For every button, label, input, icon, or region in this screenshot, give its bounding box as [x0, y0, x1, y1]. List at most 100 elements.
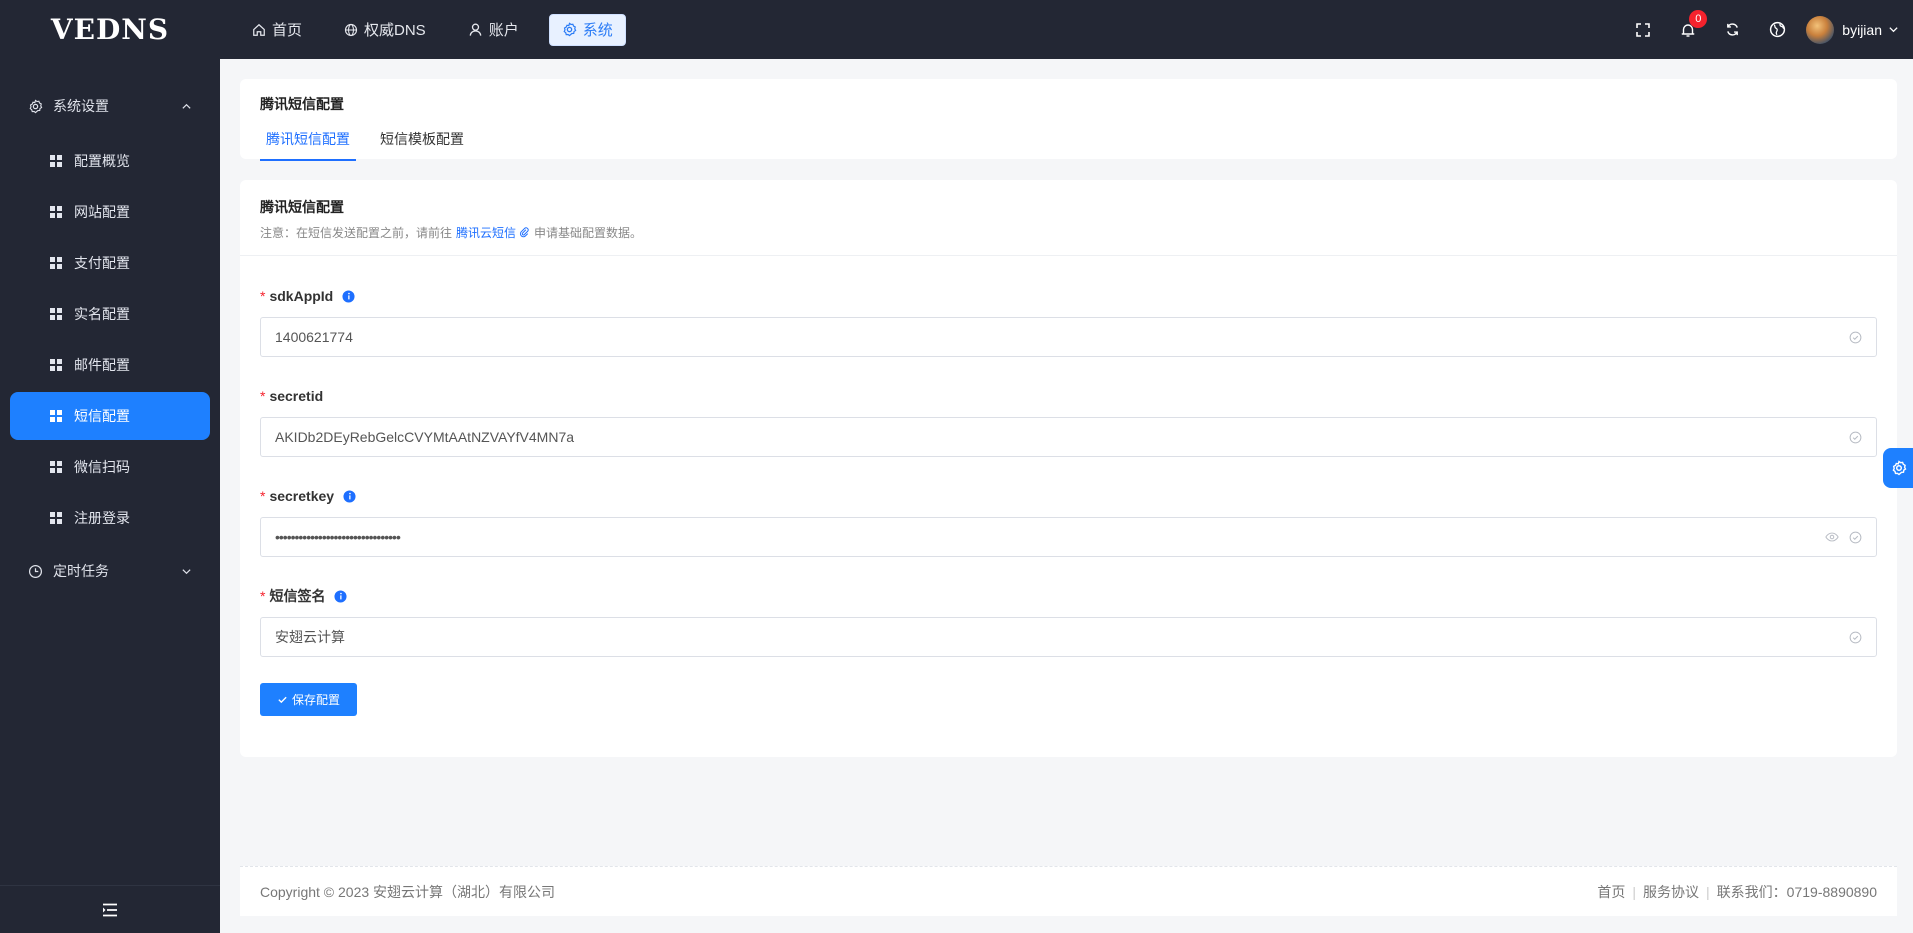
card-title: 腾讯短信配置: [260, 199, 344, 215]
sidebar-item-label: 配置概览: [74, 153, 130, 169]
link-label: 腾讯云短信: [456, 226, 517, 240]
note-suffix: 申请基础配置数据。: [534, 226, 643, 240]
required-mark: *: [260, 588, 266, 604]
toolbar: 0 byijian: [1620, 9, 1913, 50]
footer-link-terms[interactable]: 服务协议: [1643, 882, 1699, 902]
sdkappid-input[interactable]: 1400621774: [260, 317, 1877, 357]
field-label-text: secretkey: [269, 488, 335, 504]
topnav-dns[interactable]: 权威DNS: [332, 14, 438, 46]
sidebar: 系统设置 配置概览 网站配置 支付配置 实名配置 邮件配置 短信配置 微信扫码 …: [0, 59, 220, 933]
page-title: 腾讯短信配置: [260, 96, 344, 112]
field-label-text: secretid: [269, 388, 324, 404]
divider: |: [1706, 883, 1710, 900]
refresh-button[interactable]: [1710, 10, 1755, 50]
check-icon: [278, 696, 287, 704]
sidebar-item-label: 邮件配置: [74, 357, 130, 373]
secretkey-input[interactable]: ••••••••••••••••••••••••••••••••: [260, 517, 1877, 557]
card-header: 腾讯短信配置 注意：在短信发送配置之前，请前往 腾讯云短信 申请基础配置数据。: [240, 180, 1897, 256]
sidebar-item-realname[interactable]: 实名配置: [10, 290, 210, 338]
sidebar-item-overview[interactable]: 配置概览: [10, 137, 210, 185]
menu-fold-icon: [103, 903, 117, 916]
sidebar-group-scheduled-tasks[interactable]: 定时任务: [0, 546, 220, 596]
copyright: Copyright © 2023 安翅云计算（湖北）有限公司: [260, 883, 556, 900]
tencent-sms-link[interactable]: 腾讯云短信: [456, 224, 530, 241]
chevron-down-icon: [182, 568, 191, 574]
eye-icon: [1825, 532, 1839, 542]
tab-sms-template[interactable]: 短信模板配置: [374, 119, 470, 161]
sidebar-item-email[interactable]: 邮件配置: [10, 341, 210, 389]
sidebar-items: 配置概览 网站配置 支付配置 实名配置 邮件配置 短信配置 微信扫码 注册登录: [0, 137, 220, 542]
save-button[interactable]: 保存配置: [260, 683, 357, 716]
sidebar-group-label: 定时任务: [53, 563, 109, 579]
top-nav: 首页 权威DNS 账户 系统: [240, 13, 644, 46]
sidebar-collapse-button[interactable]: [0, 885, 220, 933]
footer-link-home[interactable]: 首页: [1597, 882, 1625, 902]
link-icon: [520, 227, 529, 238]
field-label: * secretkey: [260, 487, 1877, 505]
language-button[interactable]: [1755, 10, 1800, 50]
required-mark: *: [260, 388, 266, 404]
clock-icon: [28, 564, 43, 578]
sidebar-item-sms[interactable]: 短信配置: [10, 392, 210, 440]
notification-button[interactable]: 0: [1665, 9, 1710, 50]
input-value: 安翅云计算: [275, 629, 345, 645]
topnav-home-label: 首页: [272, 22, 303, 39]
secretid-input[interactable]: AKIDb2DEyRebGelcCVYMtAAtNZVAYfV4MN7a: [260, 417, 1877, 457]
check-circle-icon: [1849, 331, 1862, 343]
sidebar-item-wechat[interactable]: 微信扫码: [10, 443, 210, 491]
info-icon[interactable]: [343, 489, 356, 503]
grid-icon: [50, 155, 62, 167]
fullscreen-icon: [1635, 22, 1650, 37]
info-icon[interactable]: [334, 589, 347, 603]
sidebar-item-payment[interactable]: 支付配置: [10, 239, 210, 287]
home-icon: [253, 23, 265, 36]
grid-icon: [50, 257, 62, 269]
sidebar-group-system-settings[interactable]: 系统设置: [0, 81, 220, 131]
sms-signature-input[interactable]: 安翅云计算: [260, 617, 1877, 657]
chevron-up-icon: [182, 103, 191, 109]
fullscreen-button[interactable]: [1620, 10, 1665, 50]
check-circle-icon: [1849, 431, 1862, 443]
sms-form: * sdkAppId 1400621774 * secretid AKIDb2D…: [240, 287, 1897, 716]
topnav-home[interactable]: 首页: [240, 14, 314, 46]
grid-icon: [50, 512, 62, 524]
sidebar-item-label: 短信配置: [74, 408, 130, 424]
field-sdkappid: * sdkAppId 1400621774: [260, 287, 1877, 357]
toggle-visibility-button[interactable]: [1825, 531, 1839, 543]
sidebar-item-website[interactable]: 网站配置: [10, 188, 210, 236]
footer-link-contact[interactable]: 联系我们：0719-8890890: [1717, 882, 1877, 902]
globe-icon: [344, 23, 358, 36]
field-label: * sdkAppId: [260, 287, 1877, 305]
gear-icon: [563, 22, 577, 37]
theme-settings-button[interactable]: [1883, 448, 1913, 488]
user-menu[interactable]: byijian: [1806, 15, 1899, 44]
top-bar: VEDNS 首页 权威DNS 账户 系统 0 byijian: [0, 0, 1913, 59]
globe-language-icon: [1770, 21, 1786, 38]
check-circle-icon: [1849, 631, 1862, 643]
field-secretid: * secretid AKIDb2DEyRebGelcCVYMtAAtNZVAY…: [260, 387, 1877, 457]
page-header-card: 腾讯短信配置 腾讯短信配置 短信模板配置: [240, 79, 1897, 161]
field-label: * 短信签名: [260, 587, 1877, 605]
grid-icon: [50, 308, 62, 320]
info-icon[interactable]: [342, 289, 355, 303]
input-value: ••••••••••••••••••••••••••••••••: [275, 529, 401, 545]
sidebar-item-label: 支付配置: [74, 255, 130, 271]
sidebar-group-label: 系统设置: [53, 98, 109, 114]
gear-icon: [29, 98, 43, 113]
logo[interactable]: VEDNS: [0, 13, 220, 46]
field-label-text: 短信签名: [269, 588, 326, 604]
tabs: 腾讯短信配置 短信模板配置: [260, 119, 488, 161]
topnav-account[interactable]: 账户: [456, 14, 531, 46]
tab-tencent-sms[interactable]: 腾讯短信配置: [260, 119, 356, 161]
topnav-system-label: 系统: [582, 22, 613, 39]
sidebar-item-register[interactable]: 注册登录: [10, 494, 210, 542]
sidebar-item-label: 实名配置: [74, 306, 130, 322]
user-icon: [469, 23, 481, 36]
field-label: * secretid: [260, 387, 1877, 405]
topnav-dns-label: 权威DNS: [364, 22, 426, 39]
avatar: [1806, 15, 1835, 44]
divider: |: [1632, 883, 1637, 900]
grid-icon: [50, 461, 62, 473]
field-label-text: sdkAppId: [269, 288, 334, 304]
topnav-system[interactable]: 系统: [548, 13, 626, 46]
